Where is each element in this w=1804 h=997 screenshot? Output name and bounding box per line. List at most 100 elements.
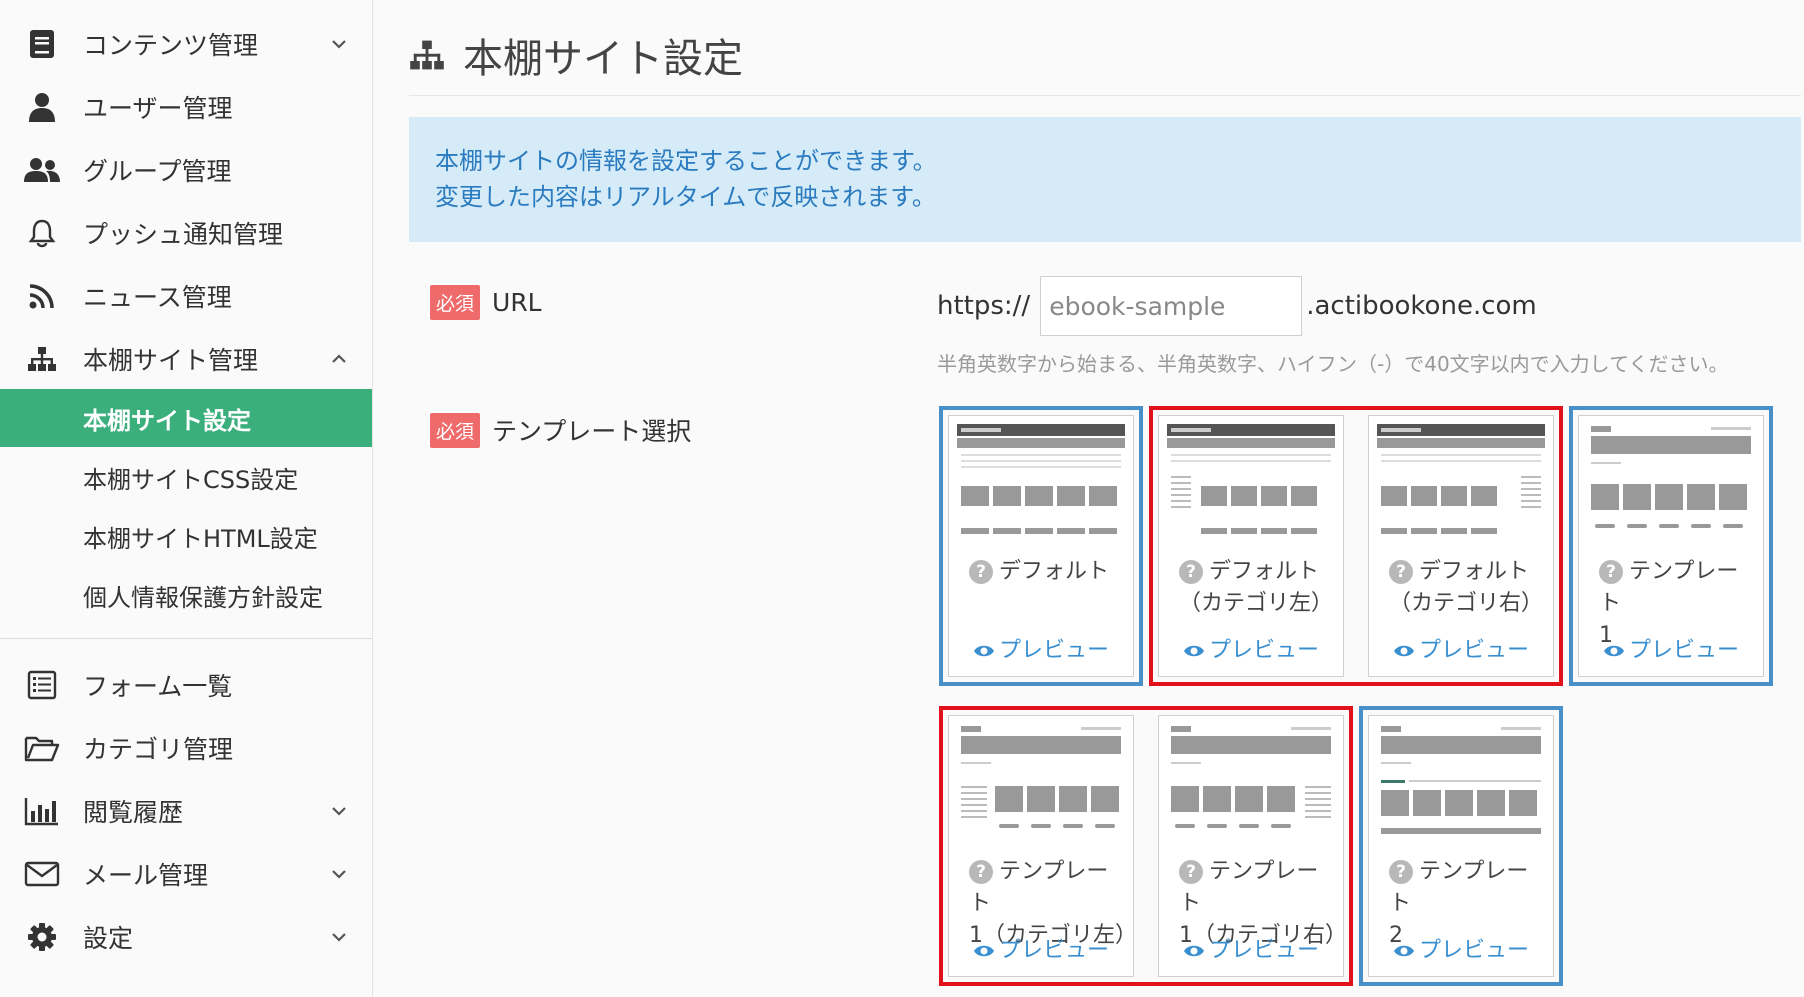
template-card-template-1-category-right[interactable]: ? テンプレート 1（カテゴリ右） プレビュー [1158,715,1347,977]
template-thumbnail [1377,724,1545,838]
users-icon [24,152,60,188]
sidebar-item-history[interactable]: 閲覧履歴 [0,782,372,840]
chevron-down-icon [332,933,346,942]
sidebar-item-bookshelf[interactable]: 本棚サイト管理 [0,330,372,388]
page-header: 本棚サイト設定 [409,20,743,90]
sidebar-item-categories[interactable]: カテゴリ管理 [0,719,372,777]
url-prefix: https:// [937,291,1031,321]
page-title: 本棚サイト設定 [463,36,743,82]
sidebar-subitem-label: 本棚サイトHTML設定 [83,524,318,553]
sidebar-item-label: 本棚サイト管理 [83,346,259,375]
help-icon[interactable]: ? [1179,860,1203,884]
sidebar-item-label: メール管理 [83,861,209,890]
chevron-down-icon [332,40,346,49]
eye-icon [1603,645,1624,657]
url-label-text: URL [492,288,542,317]
info-alert: 本棚サイトの情報を設定することができます。 変更した内容はリアルタイムで反映され… [409,117,1801,242]
chevron-up-icon [332,354,346,363]
sidebar-item-settings[interactable]: 設定 [0,908,372,966]
help-icon[interactable]: ? [1389,560,1413,584]
sidebar-item-label: コンテンツ管理 [83,31,259,60]
template-name: ? デフォルト （カテゴリ右） [1389,559,1544,616]
sitemap-icon [24,341,60,377]
template-thumbnail [1167,724,1335,838]
preview-link[interactable]: プレビュー [1369,632,1553,664]
folder-icon [24,730,60,766]
eye-icon [1393,645,1414,657]
template-thumbnail [957,424,1125,538]
preview-link[interactable]: プレビュー [1159,932,1343,964]
template-card-template-1-category-left[interactable]: ? テンプレート 1（カテゴリ左） プレビュー [948,715,1137,977]
url-suffix: .actibookone.com [1306,291,1537,321]
eye-icon [1183,645,1204,657]
sidebar-item-mail[interactable]: メール管理 [0,845,372,903]
eye-icon [973,945,994,957]
sidebar-subitem-label: 本棚サイトCSS設定 [83,465,299,494]
sidebar-item-label: ユーザー管理 [83,94,233,123]
url-field-group: https:// .actibookone.com [937,276,1537,336]
info-line: 変更した内容はリアルタイムで反映されます。 [435,183,936,211]
chevron-down-icon [332,870,346,879]
template-card-default-category-right[interactable]: ? デフォルト （カテゴリ右） プレビュー [1368,415,1554,677]
chevron-down-icon [332,807,346,816]
required-badge: 必須 [430,412,481,448]
sidebar-subitem-label: 個人情報保護方針設定 [83,583,323,612]
bar-chart-icon [24,793,60,829]
rss-icon [24,278,60,314]
eye-icon [1183,945,1204,957]
document-icon [24,26,60,62]
sidebar-item-label: プッシュ通知管理 [83,220,284,249]
sidebar: コンテンツ管理 ユーザー管理 グループ管理 プッシュ通知管理 ニュース管理 本棚… [0,0,373,997]
template-thumbnail [1377,424,1545,538]
sidebar-item-label: ニュース管理 [83,283,232,312]
template-thumbnail [957,724,1125,838]
sidebar-item-forms[interactable]: フォーム一覧 [0,656,372,714]
sidebar-subitem-label: 本棚サイト設定 [83,406,251,435]
sidebar-subitem-html-settings[interactable]: 本棚サイトHTML設定 [0,507,372,565]
preview-link[interactable]: プレビュー [1369,932,1553,964]
sidebar-subitem-privacy-settings[interactable]: 個人情報保護方針設定 [0,566,372,624]
sidebar-divider [0,638,372,639]
template-card-default[interactable]: ? デフォルト プレビュー [948,415,1134,677]
template-name: ? デフォルト [969,556,1129,588]
template-card-template-2[interactable]: ? テンプレート 2 プレビュー [1368,715,1554,977]
preview-link[interactable]: プレビュー [949,632,1133,664]
help-icon[interactable]: ? [1599,560,1623,584]
help-icon[interactable]: ? [1179,560,1203,584]
template-card-template-1[interactable]: ? テンプレート 1 プレビュー [1578,415,1764,677]
sidebar-subitem-css-settings[interactable]: 本棚サイトCSS設定 [0,448,372,506]
preview-link[interactable]: プレビュー [1579,632,1763,664]
template-thumbnail [1167,424,1335,538]
sidebar-item-label: グループ管理 [83,157,232,186]
sidebar-item-groups[interactable]: グループ管理 [0,141,372,199]
sidebar-item-news[interactable]: ニュース管理 [0,267,372,325]
eye-icon [1393,945,1414,957]
url-subdomain-input[interactable] [1040,276,1303,336]
template-name: ? デフォルト （カテゴリ左） [1179,559,1334,616]
help-icon[interactable]: ? [969,860,993,884]
url-label: 必須 URL [430,285,542,320]
template-thumbnail [1587,424,1755,538]
help-icon[interactable]: ? [1389,860,1413,884]
sidebar-item-contents[interactable]: コンテンツ管理 [0,15,372,73]
sidebar-item-push[interactable]: プッシュ通知管理 [0,204,372,262]
form-list-icon [24,667,60,703]
url-hint: 半角英数字から始まる、半角英数字、ハイフン（-）で40文字以内で入力してください… [937,352,1729,376]
eye-icon [973,645,994,657]
info-line: 本棚サイトの情報を設定することができます。 [435,147,937,175]
sitemap-icon [410,40,444,70]
sidebar-item-label: 設定 [83,924,134,953]
help-icon[interactable]: ? [969,560,993,584]
template-card-default-category-left[interactable]: ? デフォルト （カテゴリ左） プレビュー [1158,415,1344,677]
user-icon [24,89,60,125]
main-content: 本棚サイト設定 本棚サイトの情報を設定することができます。 変更した内容はリアル… [373,0,1804,997]
sidebar-item-users[interactable]: ユーザー管理 [0,78,372,136]
sidebar-subitem-bookshelf-settings[interactable]: 本棚サイト設定 [0,389,372,447]
bell-icon [24,215,60,251]
sidebar-item-label: カテゴリ管理 [83,735,234,764]
header-divider [409,95,1801,96]
preview-link[interactable]: プレビュー [949,932,1133,964]
template-label-text: テンプレート選択 [492,417,692,446]
mail-icon [24,856,60,892]
preview-link[interactable]: プレビュー [1159,632,1343,664]
